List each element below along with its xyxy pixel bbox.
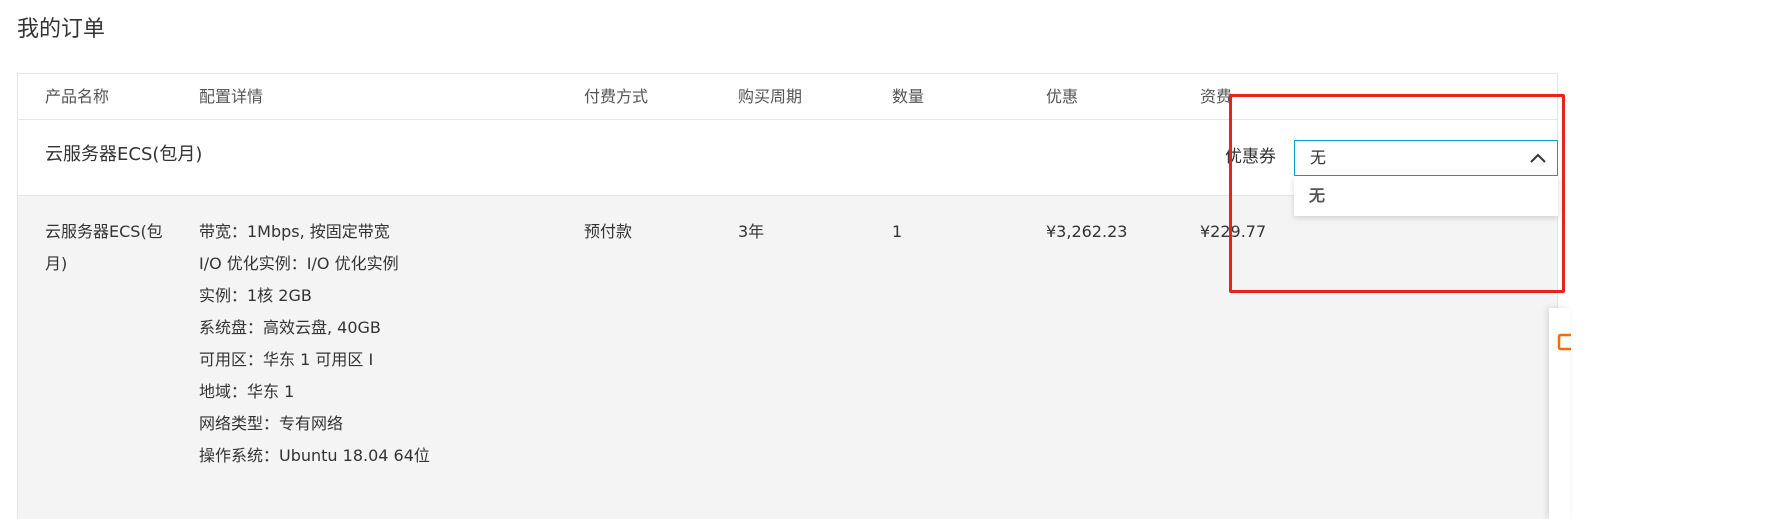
- coupon-select-value: 无: [1310, 148, 1327, 167]
- product-group-row: 云服务器ECS(包月) 优惠券 无 无: [18, 120, 1558, 216]
- cell-fee: ¥229.77: [1200, 222, 1267, 241]
- config-zone: 可用区：华东 1 可用区 I: [199, 350, 374, 369]
- config-system-disk: 系统盘：高效云盘, 40GB: [199, 318, 381, 337]
- cell-payment: 预付款: [584, 222, 633, 241]
- chevron-up-icon: [1529, 150, 1547, 166]
- config-os: 操作系统：Ubuntu 18.04 64位: [199, 446, 430, 465]
- coupon-dropdown: 无: [1294, 176, 1558, 216]
- config-instance: 实例：1核 2GB: [199, 286, 312, 305]
- order-page: 我的订单 产品名称 配置详情 付费方式 购买周期 数量 优惠 资费 云服务器EC…: [0, 0, 1770, 519]
- cell-discount: ¥3,262.23: [1046, 222, 1128, 241]
- coupon-option-none[interactable]: 无: [1309, 176, 1325, 216]
- widget-icon: [1557, 332, 1573, 352]
- cell-config: 带宽：1Mbps, 按固定带宽 I/O 优化实例：I/O 优化实例 实例：1核 …: [199, 216, 559, 472]
- cell-product: 云服务器ECS(包月): [45, 222, 163, 273]
- header-discount: 优惠: [1046, 87, 1079, 106]
- header-config: 配置详情: [199, 87, 264, 106]
- header-fee: 资费: [1200, 87, 1233, 106]
- header-payment: 付费方式: [584, 87, 649, 106]
- table-header: 产品名称 配置详情 付费方式 购买周期 数量 优惠 资费: [18, 74, 1557, 120]
- cell-period: 3年: [738, 222, 765, 241]
- side-widget[interactable]: [1549, 308, 1573, 519]
- header-period: 购买周期: [738, 87, 803, 106]
- product-group-name: 云服务器ECS(包月): [45, 144, 203, 165]
- page-title: 我的订单: [17, 17, 106, 42]
- cell-quantity: 1: [892, 222, 903, 241]
- header-product: 产品名称: [45, 87, 110, 106]
- order-table: 产品名称 配置详情 付费方式 购买周期 数量 优惠 资费 云服务器ECS(包月)…: [17, 73, 1558, 519]
- config-bandwidth: 带宽：1Mbps, 按固定带宽: [199, 222, 390, 241]
- header-quantity: 数量: [892, 87, 925, 106]
- config-io-optimized: I/O 优化实例：I/O 优化实例: [199, 254, 399, 273]
- coupon-select[interactable]: 无: [1294, 140, 1558, 176]
- config-network-type: 网络类型：专有网络: [199, 414, 344, 433]
- coupon-label: 优惠券: [1225, 147, 1276, 167]
- table-row: 云服务器ECS(包月) 带宽：1Mbps, 按固定带宽 I/O 优化实例：I/O…: [18, 196, 1557, 519]
- config-region: 地域：华东 1: [199, 382, 295, 401]
